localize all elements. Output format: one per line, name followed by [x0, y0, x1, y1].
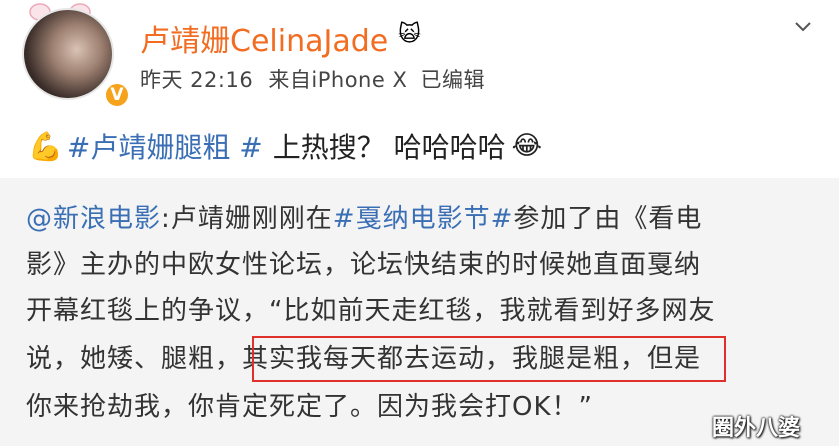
- repost-text: 参加了由《看电: [513, 204, 703, 234]
- laughing-emoji-icon: 😂: [511, 131, 542, 161]
- chevron-down-icon[interactable]: [794, 18, 812, 36]
- post-header: V 卢靖姗CelinaJade 🙀 昨天 22:16 来自iPhone X 已编…: [0, 0, 839, 178]
- repost-author-link[interactable]: @新浪电影: [26, 204, 161, 234]
- post-meta: 昨天 22:16 来自iPhone X 已编辑: [140, 64, 485, 94]
- post-source: 来自iPhone X: [268, 68, 408, 92]
- edited-label: 已编辑: [420, 68, 486, 92]
- avatar-container[interactable]: V: [22, 8, 130, 108]
- avatar[interactable]: [22, 8, 114, 100]
- verified-badge-icon: V: [104, 82, 130, 108]
- repost-line-2: 影》主办的中欧女性论坛，论坛快结束的时候她直面戛纳: [26, 250, 702, 280]
- post-text: 💪 #卢靖姗腿粗 # 上热搜？ 哈哈哈哈 😂: [28, 126, 542, 166]
- username[interactable]: 卢靖姗CelinaJade: [140, 16, 388, 60]
- flexed-arm-icon: 💪: [28, 129, 63, 163]
- highlight-box: [252, 336, 726, 382]
- post-body: 上热搜？ 哈哈哈哈: [272, 131, 506, 164]
- post-timestamp: 昨天 22:16: [140, 68, 254, 92]
- repost-text: :卢靖姗刚刚在: [161, 204, 333, 234]
- hashtag-link[interactable]: #卢靖姗腿粗 #: [67, 126, 263, 166]
- crown-emoji-icon: 🙀: [398, 22, 421, 47]
- repost-hashtag-link[interactable]: #戛纳电影节#: [333, 204, 514, 234]
- watermark: 圈外八婆: [712, 416, 801, 441]
- repost-line-3: 开幕红毯上的争议，“比如前天走红毯，我就看到好多网友: [26, 296, 716, 326]
- repost-line-5: 你来抢劫我，你肯定死定了。因为我会打OK！”: [26, 392, 593, 422]
- repost-line-1: @新浪电影:卢靖姗刚刚在#戛纳电影节#参加了由《看电: [26, 198, 702, 235]
- repost-block[interactable]: @新浪电影:卢靖姗刚刚在#戛纳电影节#参加了由《看电 影》主办的中欧女性论坛，论…: [0, 178, 839, 446]
